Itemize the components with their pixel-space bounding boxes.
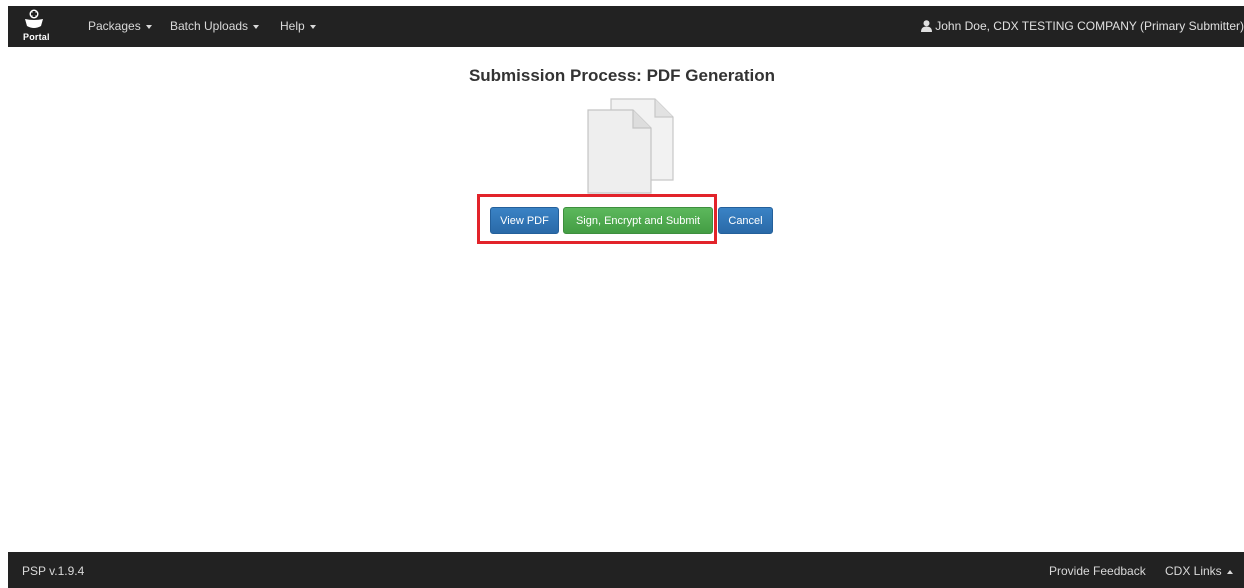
user-menu[interactable]: John Doe, CDX TESTING COMPANY (Primary S…: [921, 6, 1244, 47]
nav-packages-menu[interactable]: Packages: [88, 6, 152, 47]
caret-up-icon: [1226, 569, 1233, 574]
cdx-links-menu[interactable]: CDX Links: [1165, 552, 1233, 588]
nav-batch-uploads-menu[interactable]: Batch Uploads: [170, 6, 260, 47]
page: Portal Packages Batch Uploads Help John …: [0, 0, 1244, 588]
documents-icon: [587, 98, 674, 194]
cdx-links-label: CDX Links: [1165, 564, 1222, 578]
highlight-annotation: [477, 194, 717, 244]
footer-bar: PSP v.1.9.4 Provide Feedback CDX Links: [8, 552, 1244, 588]
cancel-button[interactable]: Cancel: [718, 207, 773, 234]
top-navbar: Portal Packages Batch Uploads Help John …: [8, 6, 1244, 47]
nav-batch-uploads-label: Batch Uploads: [170, 19, 249, 33]
brand-text: Portal: [23, 32, 50, 42]
portal-logo[interactable]: Portal: [22, 6, 50, 47]
caret-down-icon: [145, 24, 152, 29]
nav-help-menu[interactable]: Help: [280, 6, 316, 47]
version-text: PSP v.1.9.4: [22, 564, 85, 578]
nav-help-label: Help: [280, 19, 305, 33]
caret-down-icon: [253, 24, 260, 29]
user-icon: [921, 20, 933, 32]
nav-packages-label: Packages: [88, 19, 141, 33]
page-title: Submission Process: PDF Generation: [468, 66, 776, 85]
caret-down-icon: [309, 24, 316, 29]
user-name: John Doe, CDX TESTING COMPANY (Primary S…: [935, 19, 1244, 33]
portal-logo-icon: [25, 9, 43, 28]
provide-feedback-link[interactable]: Provide Feedback: [1049, 552, 1146, 588]
